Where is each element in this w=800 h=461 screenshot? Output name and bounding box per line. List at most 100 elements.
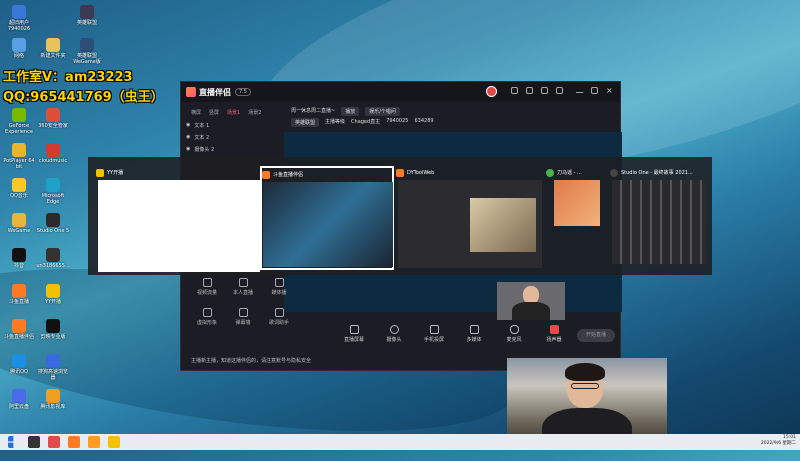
live-title[interactable]: 周一休息周二直播~ [291,107,335,116]
desktop-icon[interactable]: Studio One 5 [36,213,70,234]
tool-video-traffic[interactable]: 视频流量 [189,278,225,296]
window-card-dytoolweb[interactable]: DYToolWeb [396,166,544,270]
desktop-icon[interactable]: 阿里云盘 [2,389,36,410]
desktop-icon-label: PotPlayer 64 bit [3,158,35,170]
desktop-icon[interactable]: 搜狗高速浏览器 [36,354,70,381]
tool-self-live[interactable]: 本人直播 [225,278,261,296]
game-tag: 英雄联盟 [291,118,320,127]
tool-media[interactable]: 媒体播 [261,278,297,296]
desktop-icon[interactable]: Microsoft Edge [36,178,70,205]
window-card-yy[interactable]: YY开播 [96,166,262,272]
music-icon [546,168,554,177]
watermark-qq: QQ:965441769（虫王） [3,90,164,105]
watermark-wechat: 工作室V：am23223 [3,70,133,85]
window-card-douyu[interactable]: 斗鱼直播伴侣 [260,166,394,270]
app-icon [46,38,60,52]
desktop-icon-label: YY开播 [44,299,62,305]
app-logo-icon [186,87,196,97]
desktop-icon[interactable]: PotPlayer 64 bit [2,143,36,170]
layer-item[interactable]: ◉ 摄像头 2 [186,146,214,153]
desktop-icon-label: QQ音乐 [10,193,28,199]
desktop-icon[interactable]: 斗鱼直播伴侣 [2,319,36,340]
desktop-icon[interactable]: 英雄联盟 [70,5,104,26]
tab-scene-1[interactable]: 场景1 [227,109,240,116]
tab-portrait[interactable]: 竖屏 [209,109,219,116]
start-live-button[interactable]: 开始直播 [577,329,615,342]
camera-button[interactable]: 摄像头 [381,325,407,343]
gift-icon[interactable] [541,87,548,94]
scene-tabs: 横屏 竖屏 场景1 场景2 [191,109,261,116]
microphone-button[interactable]: 麦克风 [501,325,527,343]
desktop-icon[interactable]: 新建文件夹 [36,38,70,59]
screen-capture-button[interactable]: 直播屏幕 [341,325,367,343]
window-title: 刀马谣 - ... [557,170,582,176]
source-toolbar: 直播屏幕 摄像头 手机投屏 多媒体 麦克风 扬声器 [341,325,567,343]
desktop-icon[interactable]: GeForce Experience [2,108,36,135]
desktop-icon-label: 剪映专业版 [40,334,66,340]
settings-icon[interactable] [511,87,518,94]
tab-scene-2[interactable]: 场景2 [248,109,261,116]
menu-icon[interactable] [556,87,563,94]
app-icon [46,319,60,333]
message-icon[interactable] [526,87,533,94]
desktop-icon[interactable]: cloudmusic [36,143,70,164]
desktop-icon-label: 抖音 [13,263,24,269]
app-icon [46,108,60,122]
app-titlebar: 直播伴侣 7.5 × [181,82,620,102]
app-icon [46,213,60,227]
user-avatar[interactable] [486,86,497,97]
category[interactable]: 娱乐/个唱问 [365,107,400,116]
task-switcher: YY开播 斗鱼直播伴侣 DYToolWeb 刀马谣 - ... Studio O… [88,157,712,275]
layer-item[interactable]: ◉ 文本 1 [186,122,209,129]
desktop-icon[interactable]: 360安全管家 [36,108,70,129]
taskbar: 15:01 2022/9/6 星期二 [0,434,800,450]
tool-avatar[interactable]: 虚拟形象 [189,308,225,326]
tab-landscape[interactable]: 横屏 [191,109,201,116]
maximize-icon[interactable] [591,87,598,94]
window-thumbnail [398,180,542,268]
taskbar-app-icon[interactable] [28,436,40,448]
desktop-icon-label: 英雄联盟 [76,20,97,26]
desktop-icon[interactable]: 斗鱼直播 [2,284,36,305]
taskbar-app-icon[interactable] [68,436,80,448]
desktop-icon[interactable]: 抖音 [2,248,36,269]
desktop-icon[interactable]: 网络 [2,38,36,59]
desktop-icon-label: cloudmusic [38,158,68,164]
taskbar-app-icon[interactable] [48,436,60,448]
phone-cast-button[interactable]: 手机投屏 [421,325,447,343]
window-card-music[interactable]: 刀马谣 - ... [546,166,608,270]
taskbar-app-icon[interactable] [108,436,120,448]
eye-icon[interactable]: ◉ [186,146,190,153]
desktop-icon[interactable]: 英雄联盟 WeGame版 [70,38,104,65]
app-version[interactable]: 7.5 [235,88,251,96]
system-tray-clock[interactable]: 15:01 2022/9/6 星期二 [761,435,796,447]
window-title: YY开播 [107,170,124,176]
app-icon [46,143,60,157]
app-icon [12,108,26,122]
streamer-info: 英雄联盟 主播等级 Chaged直主 7940025 634289 [291,118,434,127]
desktop-icon[interactable]: un3186655... [36,248,70,269]
desktop-icon[interactable]: 腾讯影视库 [36,389,70,410]
close-icon[interactable]: × [606,87,613,95]
minimize-icon[interactable] [576,92,583,93]
app-icon [12,213,26,227]
desktop-icon[interactable]: WeGame [2,213,36,234]
desktop-icon[interactable]: 超旧用户 7940026 [2,5,36,32]
desktop-icon[interactable]: 腾讯QQ [2,354,36,375]
layer-item[interactable]: ◉ 文本 2 [186,134,209,141]
desktop-icon[interactable]: QQ音乐 [2,178,36,199]
app-icon [12,248,26,262]
speaker-button[interactable]: 扬声器 [541,325,567,343]
taskbar-app-icon[interactable] [88,436,100,448]
tool-lyrics[interactable]: 歌词助手 [261,308,297,326]
window-card-studio-one[interactable]: Studio One - 最终故事 2021... [610,166,708,270]
eye-icon[interactable]: ◉ [186,122,190,129]
multimedia-button[interactable]: 多媒体 [461,325,487,343]
start-icon[interactable] [8,436,14,448]
desktop-icon[interactable]: YY开播 [36,284,70,305]
desktop-icon[interactable]: 剪映专业版 [36,319,70,340]
eye-icon[interactable]: ◉ [186,134,190,141]
douyu-icon [262,170,270,179]
tool-danmaku-wall[interactable]: 弹幕墙 [225,308,261,326]
desktop-icon-label: 阿里云盘 [8,404,29,410]
